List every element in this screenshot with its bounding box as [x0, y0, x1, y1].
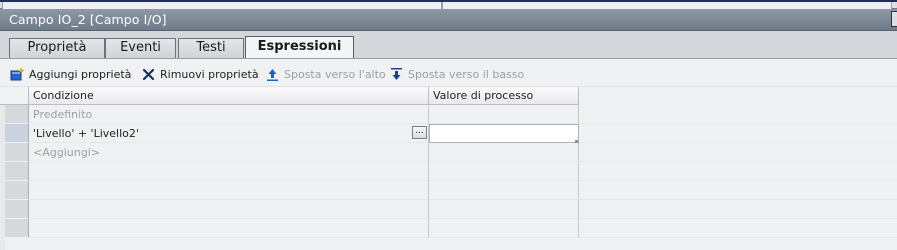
add-property-button[interactable]: Aggiungi proprietà — [10, 66, 131, 82]
tab-eventi[interactable]: Eventi — [105, 38, 176, 59]
column-header-valore-di-processo[interactable]: Valore di processo — [429, 87, 579, 105]
remove-property-button[interactable]: Rimuovi proprietà — [141, 66, 259, 82]
row-filler — [579, 105, 897, 124]
toolbar: Aggiungi proprietà Rimuovi proprietà Spo… — [0, 59, 897, 87]
condition-cell[interactable] — [29, 181, 429, 200]
table-header-corner — [0, 87, 29, 105]
row-selector[interactable] — [5, 162, 29, 181]
process-value-cell[interactable] — [429, 143, 579, 162]
table-row — [0, 162, 897, 181]
process-value-cell[interactable] — [429, 105, 579, 124]
row-filler — [579, 200, 897, 219]
move-up-label: Sposta verso l'alto — [284, 67, 386, 81]
row-selector[interactable] — [5, 124, 29, 143]
row-selector[interactable] — [5, 105, 29, 124]
expressions-table: Condizione Valore di processo Predefinit… — [0, 87, 897, 250]
inspector-title-bar: Campo IO_2 [Campo I/O] — [0, 9, 897, 31]
process-value-cell[interactable] — [429, 162, 579, 181]
tab-testi[interactable]: Testi — [178, 38, 244, 59]
row-filler — [579, 162, 897, 181]
row-filler — [579, 143, 897, 162]
arrow-up-icon — [265, 67, 280, 82]
move-up-button[interactable]: Sposta verso l'alto — [265, 66, 386, 82]
process-value-cell[interactable] — [429, 181, 579, 200]
add-row-cell[interactable]: <Aggiungi> — [29, 143, 429, 162]
condition-cell[interactable]: Predefinito — [29, 105, 429, 124]
remove-property-label: Rimuovi proprietà — [160, 67, 259, 81]
add-property-icon — [10, 66, 25, 82]
top-window-strip — [0, 0, 897, 9]
move-down-label: Sposta verso il basso — [408, 67, 525, 81]
table-row: <Aggiungi> — [0, 143, 897, 162]
row-filler — [579, 124, 897, 143]
row-selector[interactable] — [5, 219, 29, 238]
add-property-label: Aggiungi proprietà — [29, 67, 132, 81]
tab-bar: Proprietà Eventi Testi Espressioni — [0, 31, 897, 59]
row-filler — [579, 219, 897, 238]
row-selector[interactable] — [5, 143, 29, 162]
tab-proprieta[interactable]: Proprietà — [9, 38, 105, 59]
row-selector[interactable] — [5, 200, 29, 219]
table-row — [0, 181, 897, 200]
process-value-input[interactable] — [429, 124, 579, 143]
condition-cell[interactable] — [29, 219, 429, 238]
table-row — [0, 200, 897, 219]
upper-pane-left — [2, 2, 442, 9]
column-header-condizione[interactable]: Condizione — [29, 87, 429, 105]
browse-expression-button[interactable]: ... — [412, 126, 427, 139]
process-value-cell[interactable] — [429, 200, 579, 219]
table-row — [0, 219, 897, 238]
process-value-cell[interactable] — [429, 219, 579, 238]
remove-x-icon — [141, 67, 156, 82]
table-row: Predefinito — [0, 105, 897, 124]
move-down-button[interactable]: Sposta verso il basso — [389, 66, 524, 82]
condition-cell[interactable] — [29, 200, 429, 219]
panel-title: Campo IO_2 [Campo I/O] — [9, 12, 167, 27]
condition-cell[interactable] — [29, 162, 429, 181]
table-row: 'Livello' + 'Livello2' ... — [0, 124, 897, 143]
condition-cell[interactable]: 'Livello' + 'Livello2' — [29, 124, 429, 143]
upper-pane-right — [442, 2, 892, 9]
arrow-down-icon — [389, 67, 404, 82]
row-filler — [579, 181, 897, 200]
tab-espressioni[interactable]: Espressioni — [245, 36, 354, 59]
row-selector[interactable] — [5, 181, 29, 200]
title-bar-corner — [891, 11, 897, 27]
